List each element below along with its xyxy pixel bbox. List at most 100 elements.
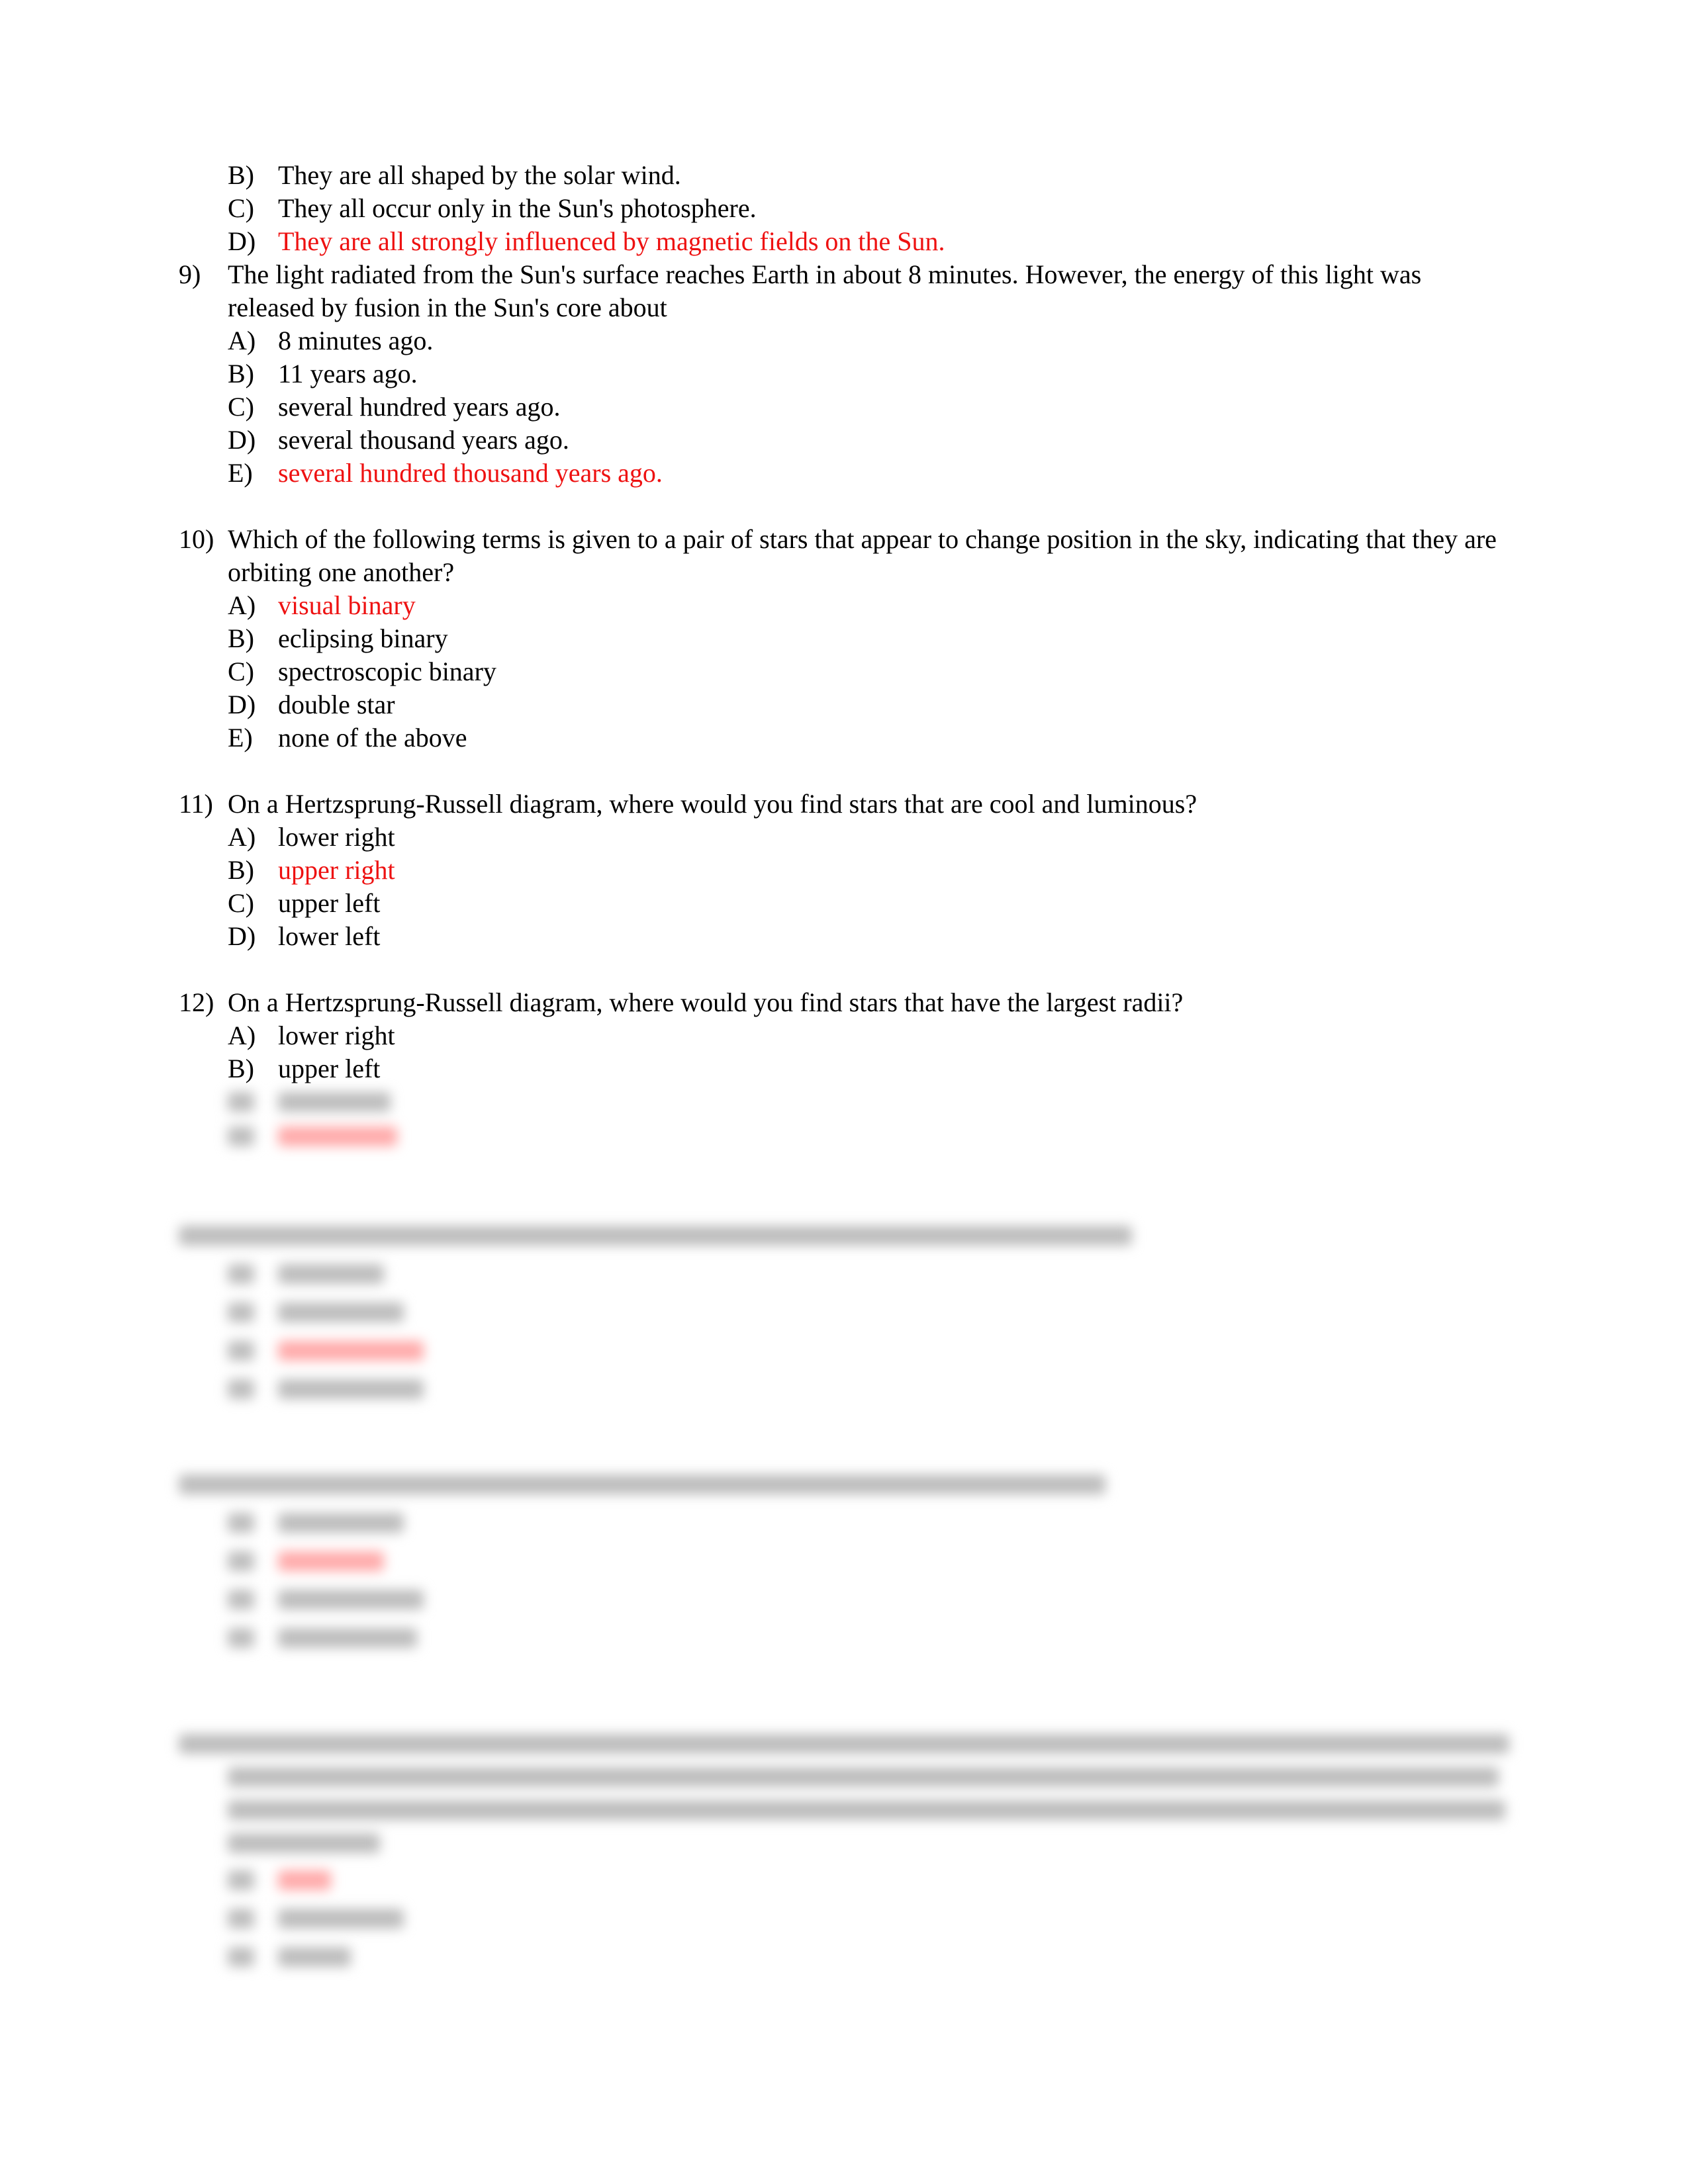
question-prompt: The light radiated from the Sun's surfac… — [228, 259, 1422, 322]
option-text: none of the above — [278, 723, 467, 752]
blurred-line — [228, 1628, 254, 1648]
question-11: 11) On a Hertzsprung-Russell diagram, wh… — [179, 788, 1509, 953]
blurred-line — [278, 1092, 391, 1112]
blurred-line — [278, 1302, 404, 1322]
option-text: upper left — [278, 888, 381, 918]
question-number: 11) — [179, 789, 213, 819]
blurred-line — [228, 1800, 1505, 1820]
option-text: several hundred years ago. — [278, 392, 561, 422]
option-text: lower left — [278, 921, 381, 951]
blurred-line — [278, 1628, 417, 1648]
option: E) none of the above — [228, 721, 1509, 754]
option: C) They all occur only in the Sun's phot… — [228, 192, 1509, 225]
option-letter: D) — [228, 690, 256, 719]
option: C) upper left — [228, 887, 1509, 920]
option-letter: A) — [228, 326, 256, 355]
option-letter: A) — [228, 1021, 256, 1050]
question-12: 12) On a Hertzsprung-Russell diagram, wh… — [179, 986, 1509, 1085]
option: D) several thousand years ago. — [228, 424, 1509, 457]
question-number: 12) — [179, 987, 214, 1017]
blurred-line — [228, 1264, 254, 1284]
blurred-line — [228, 1513, 254, 1533]
option-letter: B) — [228, 855, 254, 885]
option: B) They are all shaped by the solar wind… — [228, 159, 1509, 192]
blurred-line — [278, 1947, 351, 1967]
blurred-line — [228, 1341, 254, 1361]
option-text-correct: several hundred thousand years ago. — [278, 458, 663, 488]
blurred-line — [228, 1551, 254, 1571]
option: C) several hundred years ago. — [228, 390, 1509, 424]
option: A) lower right — [228, 821, 1509, 854]
option-letter: A) — [228, 822, 256, 852]
blurred-line — [228, 1590, 254, 1610]
option-text: eclipsing binary — [278, 623, 448, 653]
option-correct: D) They are all strongly influenced by m… — [228, 225, 1509, 258]
blurred-line — [179, 1226, 1132, 1246]
option-letter: A) — [228, 590, 256, 620]
option-letter: C) — [228, 888, 254, 918]
option: D) lower left — [228, 920, 1509, 953]
option-text: lower right — [278, 822, 395, 852]
blurred-line — [278, 1513, 404, 1533]
question-prompt: Which of the following terms is given to… — [228, 524, 1497, 587]
blurred-line-answer — [278, 1870, 331, 1890]
question-number: 9) — [179, 259, 201, 289]
blurred-line — [228, 1947, 254, 1967]
blurred-content-region — [172, 1079, 1536, 2019]
option: C) spectroscopic binary — [228, 655, 1509, 688]
option-text: 11 years ago. — [278, 359, 418, 388]
option-letter: C) — [228, 193, 254, 223]
option-text-correct: visual binary — [278, 590, 416, 620]
option-correct: B) upper right — [228, 854, 1509, 887]
blurred-line-answer — [278, 1551, 384, 1571]
option-text: several thousand years ago. — [278, 425, 569, 455]
option-letter: E) — [228, 723, 253, 752]
option-text: They are all shaped by the solar wind. — [278, 160, 681, 190]
option-letter: B) — [228, 359, 254, 388]
question-8-continued: B) They are all shaped by the solar wind… — [179, 159, 1509, 258]
blurred-line — [228, 1767, 1499, 1787]
question-10: 10) Which of the following terms is give… — [179, 523, 1509, 754]
blurred-line — [228, 1379, 254, 1399]
option-text: spectroscopic binary — [278, 657, 496, 686]
option-letter: C) — [228, 657, 254, 686]
option-text: lower right — [278, 1021, 395, 1050]
blurred-line — [179, 1475, 1105, 1494]
document-page: B) They are all shaped by the solar wind… — [0, 0, 1688, 2184]
option: A) 8 minutes ago. — [228, 324, 1509, 357]
blurred-line — [278, 1590, 424, 1610]
option-text: They all occur only in the Sun's photosp… — [278, 193, 757, 223]
option-correct: A) visual binary — [228, 589, 1509, 622]
blurred-line — [228, 1870, 254, 1890]
option: D) double star — [228, 688, 1509, 721]
option: B) 11 years ago. — [228, 357, 1509, 390]
option-text-correct: upper right — [278, 855, 395, 885]
option: A) lower right — [228, 1019, 1509, 1052]
option-letter: E) — [228, 458, 253, 488]
question-prompt: On a Hertzsprung-Russell diagram, where … — [228, 789, 1197, 819]
option-letter: D) — [228, 425, 256, 455]
option-letter: D) — [228, 226, 256, 256]
option-letter: B) — [228, 623, 254, 653]
blurred-line-answer — [278, 1341, 424, 1361]
option-correct: E) several hundred thousand years ago. — [228, 457, 1509, 490]
option-text: 8 minutes ago. — [278, 326, 434, 355]
option: B) eclipsing binary — [228, 622, 1509, 655]
blurred-line — [228, 1092, 254, 1112]
blurred-line — [228, 1302, 254, 1322]
blurred-line — [278, 1909, 404, 1929]
blurred-line — [278, 1379, 424, 1399]
question-prompt: On a Hertzsprung-Russell diagram, where … — [228, 987, 1184, 1017]
question-number: 10) — [179, 524, 214, 554]
option-letter: B) — [228, 160, 254, 190]
question-9: 9) The light radiated from the Sun's sur… — [179, 258, 1509, 490]
option-text-correct: They are all strongly influenced by magn… — [278, 226, 945, 256]
blurred-line — [228, 1909, 254, 1929]
blurred-line — [179, 1734, 1509, 1754]
option-letter: D) — [228, 921, 256, 951]
option-letter: C) — [228, 392, 254, 422]
blurred-line — [228, 1126, 254, 1146]
blurred-line — [228, 1833, 380, 1853]
option-text: double star — [278, 690, 395, 719]
blurred-line-answer — [278, 1126, 397, 1146]
